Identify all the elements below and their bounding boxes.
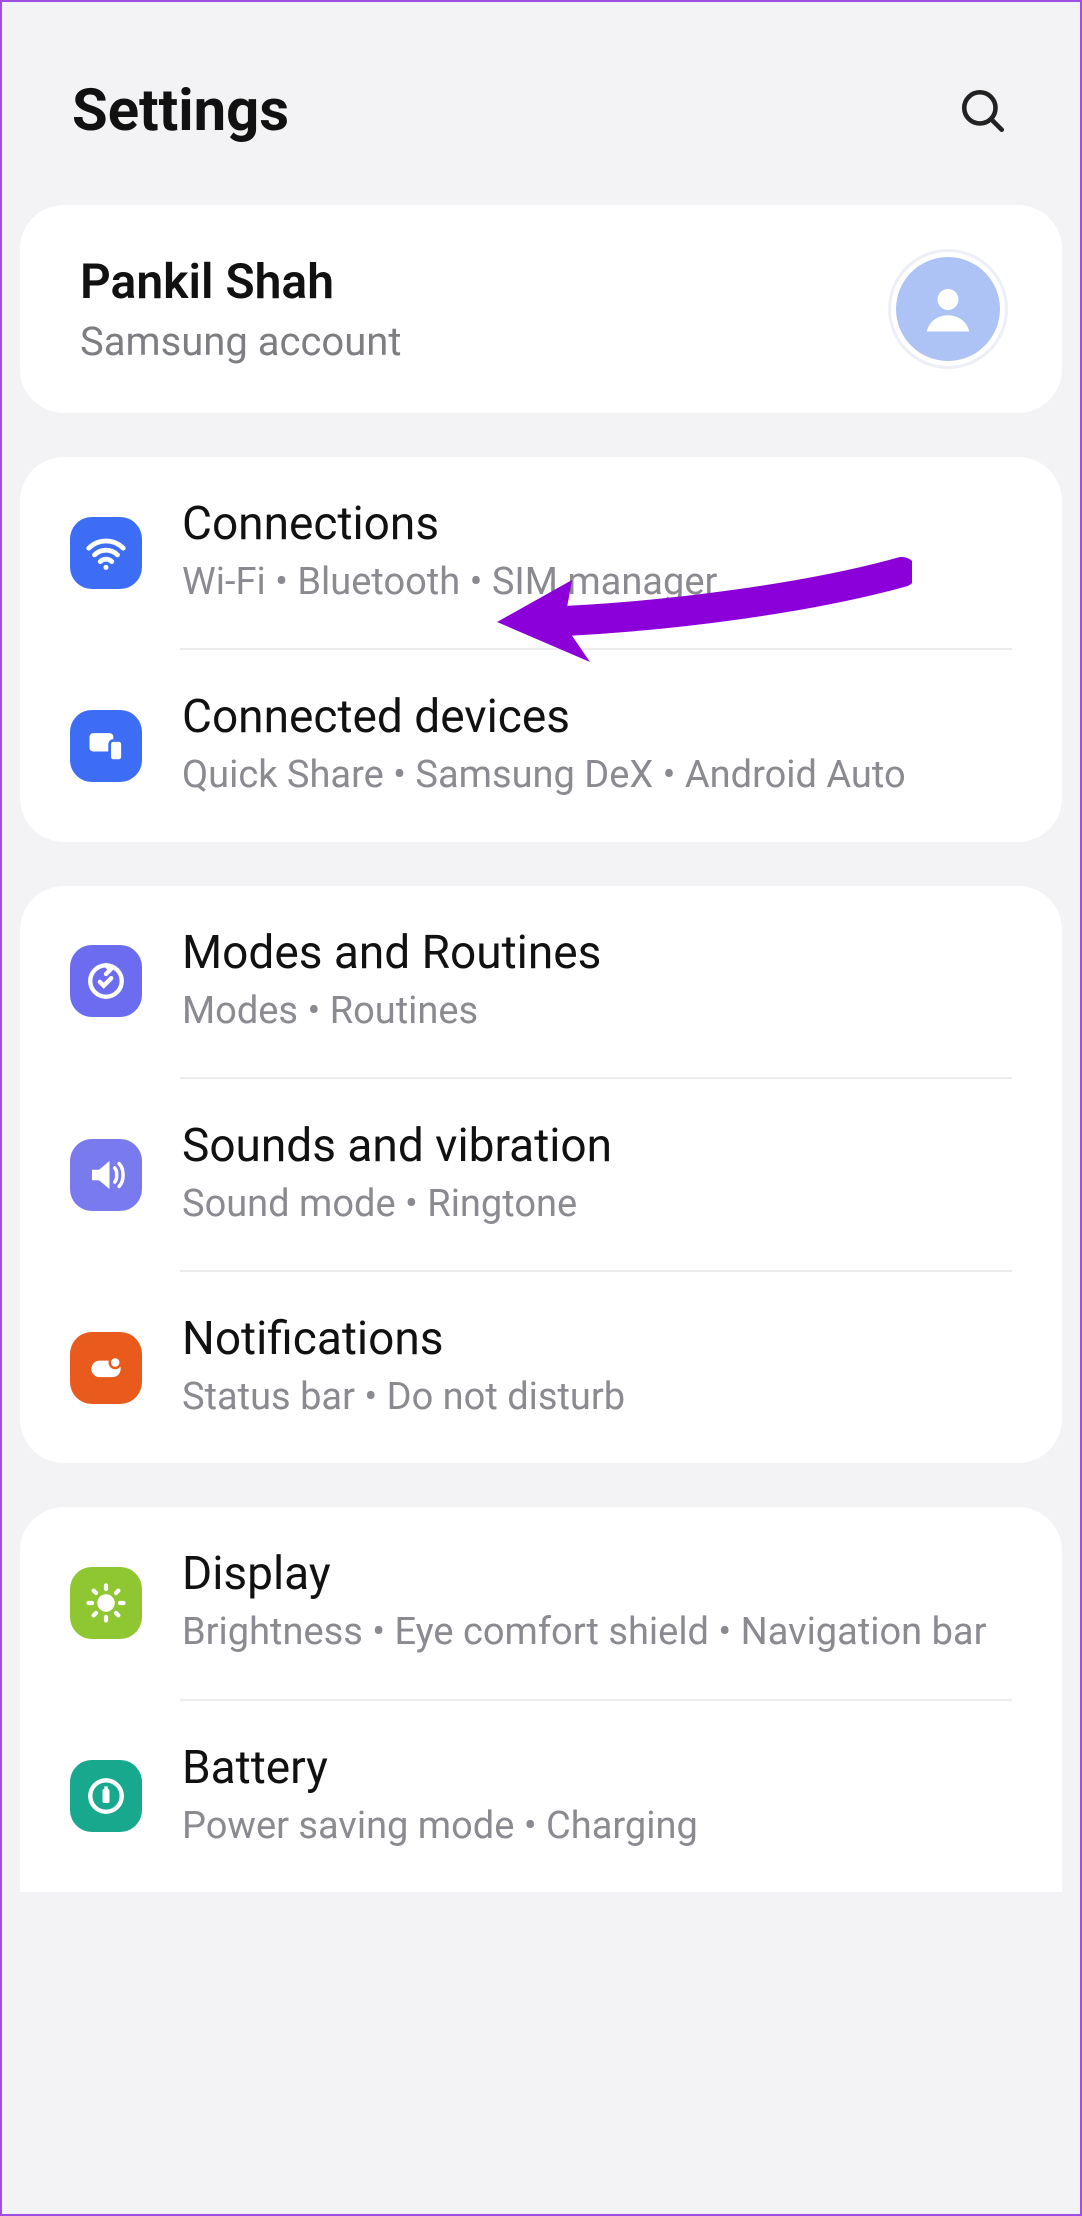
group-connections: Connections Wi-Fi • Bluetooth • SIM mana… bbox=[20, 457, 1062, 842]
account-name: Pankil Shah bbox=[80, 253, 401, 310]
devices-icon bbox=[70, 710, 142, 782]
row-battery[interactable]: Battery Power saving mode • Charging bbox=[20, 1701, 1062, 1892]
header: Settings bbox=[2, 2, 1080, 205]
text-connections: Connections Wi-Fi • Bluetooth • SIM mana… bbox=[182, 497, 1012, 608]
text-modes-routines: Modes and Routines Modes • Routines bbox=[182, 926, 1012, 1037]
text-sounds-vibration: Sounds and vibration Sound mode • Ringto… bbox=[182, 1119, 1012, 1230]
account-sub: Samsung account bbox=[80, 318, 401, 365]
row-sounds-vibration[interactable]: Sounds and vibration Sound mode • Ringto… bbox=[20, 1079, 1062, 1270]
sub-sounds-vibration: Sound mode • Ringtone bbox=[182, 1179, 1012, 1230]
search-icon bbox=[958, 86, 1008, 136]
person-icon bbox=[918, 279, 978, 339]
sub-notifications: Status bar • Do not disturb bbox=[182, 1372, 1012, 1423]
notifications-icon bbox=[70, 1332, 142, 1404]
sub-modes-routines: Modes • Routines bbox=[182, 986, 1012, 1037]
title-battery: Battery bbox=[182, 1741, 1012, 1795]
title-sounds-vibration: Sounds and vibration bbox=[182, 1119, 1012, 1173]
row-modes-routines[interactable]: Modes and Routines Modes • Routines bbox=[20, 886, 1062, 1077]
sub-connected-devices: Quick Share • Samsung DeX • Android Auto bbox=[182, 750, 1012, 801]
sub-display: Brightness • Eye comfort shield • Naviga… bbox=[182, 1607, 1012, 1658]
sun-icon bbox=[70, 1567, 142, 1639]
account-text: Pankil Shah Samsung account bbox=[80, 253, 401, 365]
text-display: Display Brightness • Eye comfort shield … bbox=[182, 1547, 1012, 1658]
row-connections[interactable]: Connections Wi-Fi • Bluetooth • SIM mana… bbox=[20, 457, 1062, 648]
battery-icon bbox=[70, 1760, 142, 1832]
text-notifications: Notifications Status bar • Do not distur… bbox=[182, 1312, 1012, 1423]
text-connected-devices: Connected devices Quick Share • Samsung … bbox=[182, 690, 1012, 801]
group-display: Display Brightness • Eye comfort shield … bbox=[20, 1507, 1062, 1892]
account-row[interactable]: Pankil Shah Samsung account bbox=[20, 205, 1062, 413]
account-card: Pankil Shah Samsung account bbox=[20, 205, 1062, 413]
sub-battery: Power saving mode • Charging bbox=[182, 1801, 1012, 1852]
text-battery: Battery Power saving mode • Charging bbox=[182, 1741, 1012, 1852]
row-connected-devices[interactable]: Connected devices Quick Share • Samsung … bbox=[20, 650, 1062, 841]
avatar bbox=[888, 249, 1008, 369]
title-notifications: Notifications bbox=[182, 1312, 1012, 1366]
avatar-inner bbox=[896, 257, 1000, 361]
row-notifications[interactable]: Notifications Status bar • Do not distur… bbox=[20, 1272, 1062, 1463]
title-display: Display bbox=[182, 1547, 1012, 1601]
search-button[interactable] bbox=[956, 84, 1010, 138]
group-modes: Modes and Routines Modes • Routines Soun… bbox=[20, 886, 1062, 1464]
title-modes-routines: Modes and Routines bbox=[182, 926, 1012, 980]
sub-connections: Wi-Fi • Bluetooth • SIM manager bbox=[182, 557, 1012, 608]
wifi-icon bbox=[70, 517, 142, 589]
row-display[interactable]: Display Brightness • Eye comfort shield … bbox=[20, 1507, 1062, 1698]
routine-icon bbox=[70, 945, 142, 1017]
title-connected-devices: Connected devices bbox=[182, 690, 1012, 744]
title-connections: Connections bbox=[182, 497, 1012, 551]
sound-icon bbox=[70, 1139, 142, 1211]
page-title: Settings bbox=[72, 77, 289, 145]
